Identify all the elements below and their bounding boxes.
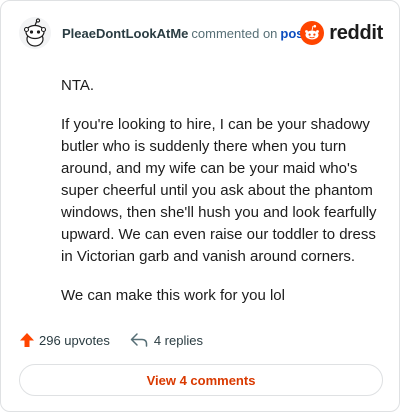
reply-stat[interactable]: 4 replies — [130, 332, 203, 348]
comment-footer: 296 upvotes 4 replies — [19, 329, 203, 351]
comment-card: PleaeDontLookAtMe commented on post reddit… — [0, 0, 400, 412]
username-link[interactable]: PleaeDontLookAtMe — [62, 26, 188, 41]
byline: PleaeDontLookAtMe commented on post — [62, 26, 308, 41]
snoo-avatar[interactable] — [19, 17, 51, 49]
comment-header: PleaeDontLookAtMe commented on post reddit — [19, 15, 383, 51]
byline-verb: commented on — [191, 26, 278, 41]
upvote-stat[interactable]: 296 upvotes — [19, 332, 110, 348]
upvote-count: 296 upvotes — [39, 332, 110, 348]
reply-count: 4 replies — [153, 332, 203, 348]
comment-paragraph: If you're looking to hire, I can be your… — [61, 116, 377, 265]
comment-paragraph: We can make this work for you lol — [61, 287, 285, 304]
upvote-arrow-icon — [20, 333, 34, 347]
comment-body: NTA. If you're looking to hire, I can be… — [61, 75, 381, 324]
reddit-logo-icon — [300, 21, 325, 45]
reddit-brand[interactable]: reddit — [300, 19, 383, 47]
reply-arrow-icon — [130, 333, 148, 347]
snoo-avatar-icon — [19, 17, 51, 49]
comment-paragraph: NTA. — [61, 77, 95, 94]
view-comments-button[interactable]: View 4 comments — [19, 364, 383, 396]
reddit-wordmark: reddit — [329, 21, 383, 44]
